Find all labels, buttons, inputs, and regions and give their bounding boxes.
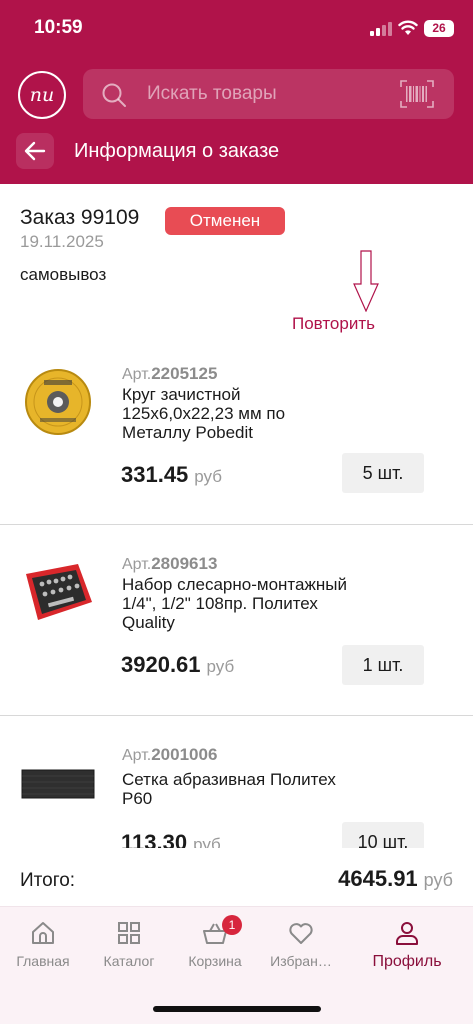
tab-label: Избран… (270, 953, 332, 969)
grinding-disc-icon (25, 369, 91, 435)
tab-label: Главная (16, 953, 70, 969)
tab-cart[interactable]: 1 Корзина (170, 915, 260, 979)
order-items-list: Арт.2205125 Круг зачистной 125х6,0х22,23… (0, 340, 473, 848)
grid-icon (118, 922, 140, 944)
status-badge: Отменен (165, 207, 285, 235)
logo[interactable]: пи (18, 71, 66, 119)
tab-catalog[interactable]: Каталог (84, 919, 174, 979)
delivery-method: самовывоз (20, 265, 107, 284)
status-bar: 10:59 26 (0, 0, 473, 60)
list-item[interactable]: Арт.2205125 Круг зачистной 125х6,0х22,23… (0, 340, 473, 530)
product-name[interactable]: Сетка абразивная Политех Р60 (122, 770, 352, 808)
repeat-order-button[interactable]: Повторить (292, 314, 375, 334)
tab-label: Каталог (103, 953, 155, 969)
tab-favorites[interactable]: Избран… (256, 919, 346, 979)
search-icon (102, 83, 126, 107)
total-value: 4645.91 руб (338, 866, 453, 891)
back-button[interactable] (16, 133, 54, 169)
quantity-box: 10 шт. (342, 822, 424, 848)
home-icon (32, 922, 54, 944)
divider (0, 524, 473, 525)
cart-count-badge: 1 (222, 915, 242, 935)
product-article: Арт.2001006 (122, 745, 218, 764)
status-time: 10:59 (34, 17, 83, 38)
total-label: Итого: (20, 870, 76, 891)
list-item[interactable]: Арт.2001006 Сетка абразивная Политех Р60… (0, 721, 473, 848)
app-header: 10:59 26 пи Искать товары Информация о з… (0, 0, 473, 184)
quantity-box: 1 шт. (342, 645, 424, 685)
battery-indicator: 26 (424, 20, 454, 37)
product-name[interactable]: Набор слесарно-монтажный 1/4", 1/2" 108п… (122, 575, 352, 632)
tab-home[interactable]: Главная (0, 919, 88, 979)
order-date: 19.11.2025 (20, 232, 104, 251)
tool-set-case-icon (26, 564, 92, 620)
search-input[interactable]: Искать товары (147, 83, 277, 105)
search-bar[interactable]: Искать товары (83, 69, 454, 119)
cellular-signal-icon (370, 22, 392, 36)
barcode-scanner-icon[interactable] (400, 80, 434, 108)
quantity-box: 5 шт. (342, 453, 424, 493)
wifi-icon (398, 20, 418, 35)
divider (0, 715, 473, 716)
arrow-left-icon (24, 141, 46, 161)
order-title: Заказ 99109 (20, 206, 140, 229)
down-arrow-annotation-icon (353, 250, 379, 312)
product-price: 331.45 руб (121, 462, 222, 487)
person-icon (396, 922, 418, 945)
tab-profile[interactable]: Профиль (362, 919, 452, 979)
list-item[interactable]: Арт.2809613 Набор слесарно-монтажный 1/4… (0, 530, 473, 720)
product-price: 113.30 руб (121, 830, 221, 848)
page-title: Информация о заказе (74, 140, 280, 162)
tab-label: Профиль (372, 953, 442, 970)
abrasive-mesh-icon (21, 769, 95, 799)
heart-icon (289, 923, 313, 944)
product-name[interactable]: Круг зачистной 125х6,0х22,23 мм по Метал… (122, 385, 352, 442)
product-article: Арт.2809613 (122, 554, 218, 573)
product-price: 3920.61 руб (121, 652, 235, 677)
home-indicator (153, 1006, 321, 1012)
product-article: Арт.2205125 (122, 364, 218, 383)
tab-label: Корзина (188, 953, 242, 969)
